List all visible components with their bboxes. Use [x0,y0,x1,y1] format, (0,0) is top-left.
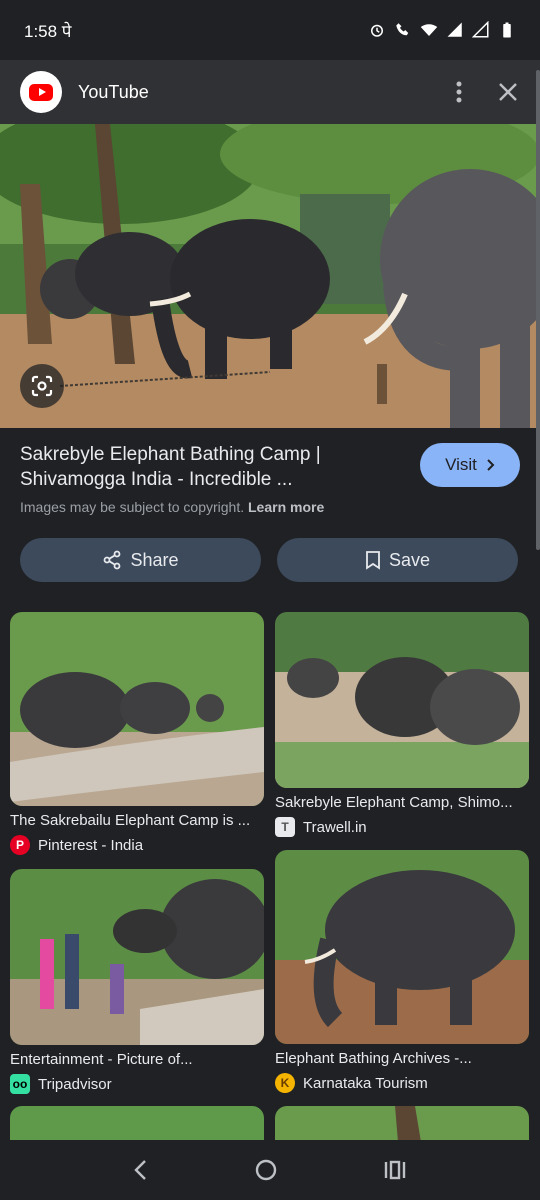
related-thumbnail[interactable] [275,612,529,788]
status-icons [368,21,516,39]
related-source[interactable]: oo Tripadvisor [10,1074,264,1094]
related-thumbnail[interactable] [10,1106,264,1142]
related-source-label: Pinterest - India [38,836,144,854]
chevron-right-icon [487,459,495,471]
related-title: The Sakrebailu Elephant Camp is ... [10,812,251,829]
related-source[interactable]: K Karnataka Tourism [275,1073,529,1093]
wifi-icon [420,24,438,36]
save-label: Save [388,549,431,570]
share-label: Share [130,549,179,570]
recents-icon[interactable] [383,1159,407,1181]
alarm-icon [371,24,383,37]
bookmark-icon [366,551,380,570]
status-bar: 1:58 पे [0,0,540,60]
share-button[interactable]: Share [20,538,261,582]
save-button[interactable]: Save [277,538,518,582]
tripadvisor-icon: oo [10,1074,30,1094]
copyright-notice: Images may be subject to copyright. Lear… [20,499,324,515]
close-icon[interactable] [498,82,518,102]
app-title: YouTube [78,81,149,102]
related-thumbnail[interactable] [10,869,264,1045]
google-lens-button[interactable] [20,364,64,408]
more-options-icon[interactable] [456,81,462,103]
share-icon [104,550,121,570]
trawell-icon: T [275,817,295,837]
status-time: 1:58 पे [24,21,72,41]
signal-2-icon [472,21,489,38]
visit-label: Visit [445,455,477,474]
related-title: Entertainment - Picture of... [10,1051,193,1068]
related-thumbnail[interactable] [275,1106,529,1142]
related-source[interactable]: T Trawell.in [275,817,529,837]
related-title: Elephant Bathing Archives -... [275,1050,472,1067]
learn-more-link[interactable]: Learn more [248,499,324,515]
pinterest-icon: P [10,835,30,855]
back-icon[interactable] [133,1159,149,1181]
related-images-grid: The Sakrebailu Elephant Camp is ... P Pi… [0,612,540,1142]
scrollbar[interactable] [536,70,540,550]
karnataka-tourism-icon: K [275,1073,295,1093]
signal-icon [447,22,462,37]
related-source-label: Karnataka Tourism [303,1074,428,1092]
related-title: Sakrebyle Elephant Camp, Shimo... [275,794,513,811]
related-thumbnail[interactable] [10,612,264,806]
wifi-call-icon [396,23,409,36]
result-title[interactable]: Sakrebyle Elephant Bathing Camp | Shivam… [20,442,405,492]
related-card[interactable]: Entertainment - Picture of... oo Tripadv… [10,869,264,1094]
related-card[interactable] [10,1106,264,1142]
main-image[interactable] [0,124,540,428]
battery-icon [503,22,511,38]
related-card[interactable]: Elephant Bathing Archives -... K Karnata… [275,850,529,1093]
copyright-text: Images may be subject to copyright. [20,499,245,515]
visit-button[interactable]: Visit [420,443,520,487]
related-card[interactable]: The Sakrebailu Elephant Camp is ... P Pi… [10,612,264,855]
related-source-label: Tripadvisor [38,1075,112,1093]
related-card[interactable] [275,1106,529,1142]
related-source-label: Trawell.in [303,818,367,836]
youtube-logo-icon [20,71,62,113]
navigation-bar [0,1140,540,1200]
app-header: YouTube [0,60,540,124]
related-thumbnail[interactable] [275,850,529,1044]
related-source[interactable]: P Pinterest - India [10,835,264,855]
related-card[interactable]: Sakrebyle Elephant Camp, Shimo... T Traw… [275,612,529,837]
home-icon[interactable] [254,1158,278,1182]
result-info: Sakrebyle Elephant Bathing Camp | Shivam… [0,428,540,614]
lens-icon [31,375,53,397]
